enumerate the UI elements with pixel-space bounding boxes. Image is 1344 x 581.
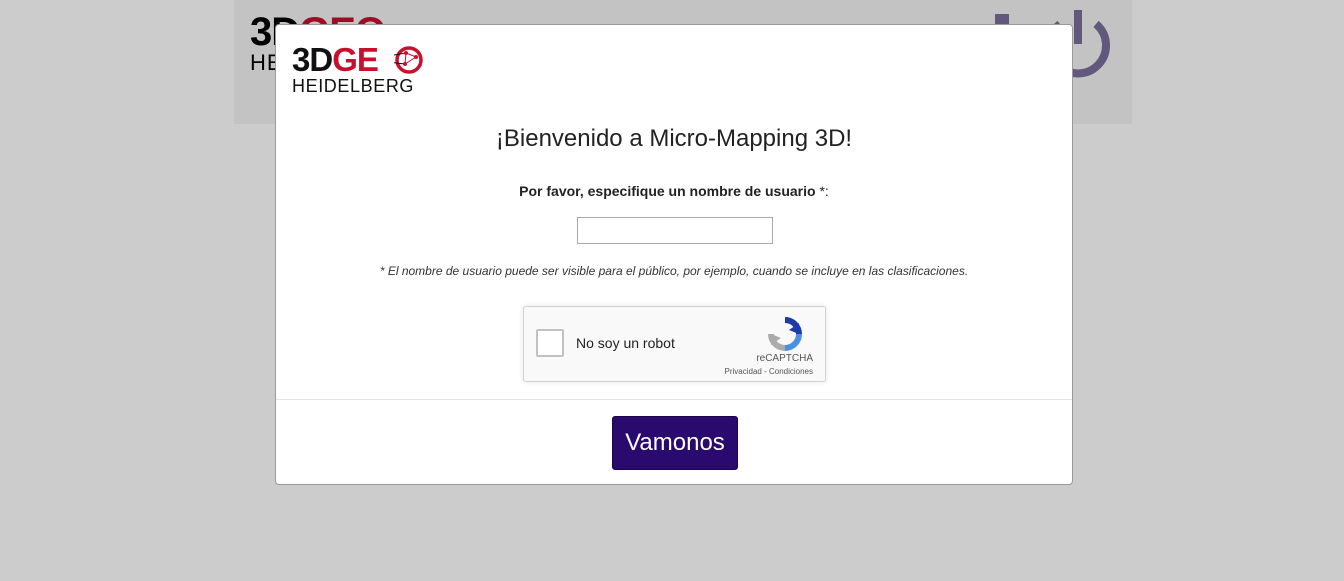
dialog-title: ¡Bienvenido a Micro-Mapping 3D!	[495, 125, 853, 152]
footer-divider	[276, 399, 1072, 400]
logo-network-icon	[394, 46, 423, 74]
3dgeo-heidelberg-logo: 3DGE HEIDELBERG	[292, 43, 424, 99]
username-input[interactable]	[577, 217, 773, 244]
username-visibility-note: * El nombre de usuario puede ser visible…	[379, 264, 969, 278]
recaptcha-logo-icon	[768, 317, 802, 351]
recaptcha-label: No soy un robot	[576, 335, 675, 351]
recaptcha-checkbox[interactable]	[536, 329, 564, 357]
recaptcha-brand: reCAPTCHA	[756, 353, 813, 364]
welcome-dialog: 3DGE HEIDELBERG ¡Bienvenido a Micro-Mapp…	[275, 24, 1073, 485]
recaptcha-links[interactable]: Privacidad - Condiciones	[725, 367, 814, 376]
submit-button[interactable]: Vamonos	[612, 416, 738, 470]
username-label: Por favor, especifique un nombre de usua…	[519, 183, 829, 199]
recaptcha-widget: No soy un robot reCAPTCHA Privacidad - C…	[523, 306, 826, 382]
